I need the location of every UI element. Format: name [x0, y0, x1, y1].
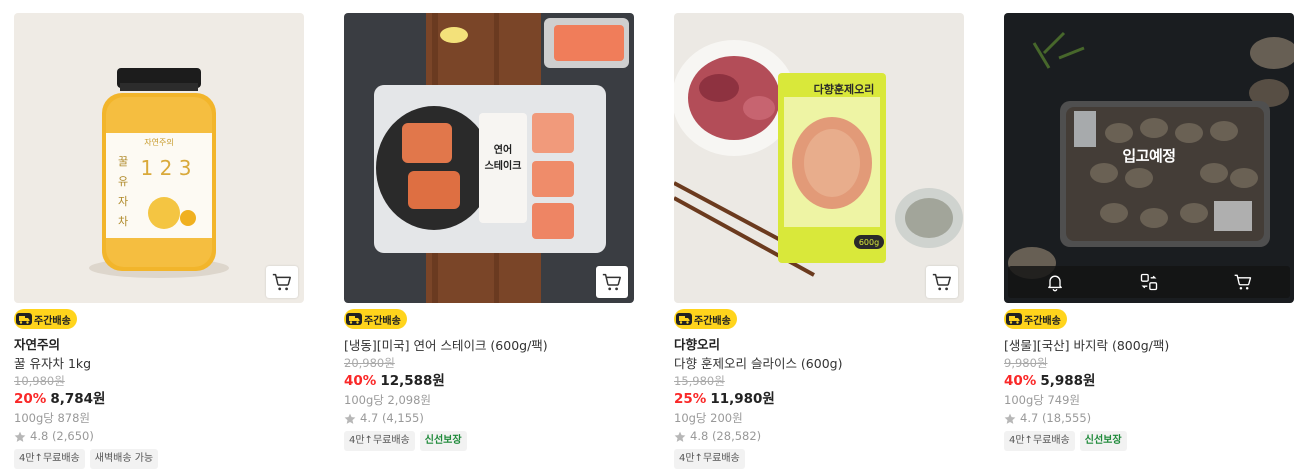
product-image[interactable]: 연어 스테이크 [344, 13, 634, 303]
truck-icon [16, 313, 32, 325]
star-icon [14, 431, 26, 442]
rating: 4.8 (2,650) [14, 427, 304, 446]
brand-name: 자연주의 [14, 337, 61, 352]
discount-rate: 25% [674, 391, 707, 407]
svg-text:600g: 600g [859, 238, 879, 247]
product-name[interactable]: 다향 훈제오리 슬라이스 (600g) [674, 354, 964, 373]
star-icon [344, 413, 356, 424]
add-to-cart-button[interactable] [266, 266, 298, 298]
badge-label: 주간배송 [1024, 315, 1061, 327]
original-price: 15,980원 [674, 374, 725, 388]
discount-rate: 40% [1004, 373, 1037, 389]
add-to-cart-button[interactable] [1231, 270, 1255, 294]
unit-price: 100g당 749원 [1004, 393, 1081, 407]
salmon-steak-pack-icon: 연어 스테이크 [344, 13, 634, 303]
rating-text: 4.8 (28,582) [690, 429, 762, 443]
add-to-cart-button[interactable] [596, 266, 628, 298]
svg-text:1 2 3: 1 2 3 [141, 156, 192, 180]
action-bar [1008, 266, 1290, 298]
price-row: 40% 5,988원 [1004, 372, 1294, 391]
cart-icon [932, 273, 951, 291]
weekly-delivery-badge: 주간배송 [1004, 309, 1067, 329]
rating-text: 4.7 (4,155) [360, 411, 424, 425]
original-price: 20,980원 [344, 356, 395, 370]
product-image[interactable]: 입고예정 [1004, 13, 1294, 303]
cart-icon [272, 273, 291, 291]
bell-icon [1048, 275, 1062, 292]
svg-text:꿀: 꿀 [118, 155, 128, 168]
smoked-duck-pack-icon: 다향훈제오리 600g [674, 13, 964, 303]
similar-products-button[interactable] [1137, 270, 1161, 294]
add-to-cart-button[interactable] [926, 266, 958, 298]
tag-list: 4만↑무료배송 신선보장 [1004, 431, 1294, 451]
free-shipping-tag: 4만↑무료배송 [344, 431, 415, 451]
free-shipping-tag: 4만↑무료배송 [674, 449, 745, 469]
svg-text:차: 차 [118, 215, 128, 228]
truck-icon [1006, 313, 1022, 325]
citron-tea-jar-icon: 자연주의 꿀 유 자 차 1 2 3 [14, 13, 304, 303]
product-image[interactable]: 다향훈제오리 600g [674, 13, 964, 303]
cart-icon [1234, 274, 1252, 290]
rating-text: 4.8 (2,650) [30, 429, 94, 443]
sale-price: 8,784원 [50, 391, 106, 407]
product-card[interactable]: 입고예정 주간배송 [생물][국산] 바지락 (800g/팩) 9,980원 4 [1004, 13, 1294, 451]
price-row: 25% 11,980원 [674, 390, 964, 409]
product-card[interactable]: 다향훈제오리 600g 주간배송 다향오리 다향 훈제오리 슬라이스 (600g… [674, 13, 964, 469]
original-price: 9,980원 [1004, 356, 1048, 370]
svg-text:다향훈제오리: 다향훈제오리 [814, 82, 875, 96]
product-name[interactable]: 꿀 유자차 1kg [14, 354, 304, 373]
price-row: 40% 12,588원 [344, 372, 634, 391]
weekly-delivery-badge: 주간배송 [674, 309, 737, 329]
product-card[interactable]: 연어 스테이크 주간배송 [냉동][미국] 연어 스테이크 (600g/팩) 2… [344, 13, 634, 451]
sale-price: 12,588원 [380, 373, 445, 389]
svg-text:유: 유 [118, 175, 128, 188]
tag-list: 4만↑무료배송 새벽배송 가능 [14, 449, 304, 469]
coming-soon-label: 입고예정 [1122, 147, 1176, 165]
weekly-delivery-badge: 주간배송 [344, 309, 407, 329]
product-name[interactable]: [냉동][미국] 연어 스테이크 (600g/팩) [344, 336, 634, 355]
rating: 4.7 (18,555) [1004, 409, 1294, 428]
svg-text:자연주의: 자연주의 [144, 137, 173, 147]
dawn-delivery-tag: 새벽배송 가능 [89, 449, 159, 469]
restock-alert-button[interactable] [1043, 270, 1067, 294]
rating: 4.7 (4,155) [344, 409, 634, 428]
truck-icon [676, 313, 692, 325]
sale-price: 11,980원 [710, 391, 775, 407]
product-name[interactable]: [생물][국산] 바지락 (800g/팩) [1004, 336, 1294, 355]
unit-price: 100g당 2,098원 [344, 393, 431, 407]
compare-icon [1140, 273, 1158, 291]
star-icon [674, 431, 686, 442]
brand-name: 다향오리 [674, 337, 721, 352]
original-price: 10,980원 [14, 374, 65, 388]
unit-price: 100g당 878원 [14, 411, 91, 425]
sale-price: 5,988원 [1040, 373, 1096, 389]
svg-text:스테이크: 스테이크 [485, 159, 522, 172]
truck-icon [346, 313, 362, 325]
freshness-guarantee-tag: 신선보장 [419, 431, 467, 451]
product-grid: 자연주의 꿀 유 자 차 1 2 3 주간배송 자연주의 꿀 유자차 1kg 1… [0, 0, 1311, 473]
cart-icon [602, 273, 621, 291]
badge-label: 주간배송 [694, 315, 731, 327]
tag-list: 4만↑무료배송 [674, 449, 964, 469]
free-shipping-tag: 4만↑무료배송 [14, 449, 85, 469]
freshness-guarantee-tag: 신선보장 [1079, 431, 1127, 451]
weekly-delivery-badge: 주간배송 [14, 309, 77, 329]
svg-text:자: 자 [118, 195, 128, 208]
discount-rate: 20% [14, 391, 47, 407]
discount-rate: 40% [344, 373, 377, 389]
svg-text:연어: 연어 [494, 143, 512, 156]
unit-price: 10g당 200원 [674, 411, 743, 425]
price-row: 20% 8,784원 [14, 390, 304, 409]
badge-label: 주간배송 [364, 315, 401, 327]
rating: 4.8 (28,582) [674, 427, 964, 446]
tag-list: 4만↑무료배송 신선보장 [344, 431, 634, 451]
free-shipping-tag: 4만↑무료배송 [1004, 431, 1075, 451]
rating-text: 4.7 (18,555) [1020, 411, 1092, 425]
badge-label: 주간배송 [34, 315, 71, 327]
product-image[interactable]: 자연주의 꿀 유 자 차 1 2 3 [14, 13, 304, 303]
star-icon [1004, 413, 1016, 424]
product-card[interactable]: 자연주의 꿀 유 자 차 1 2 3 주간배송 자연주의 꿀 유자차 1kg 1… [14, 13, 304, 469]
